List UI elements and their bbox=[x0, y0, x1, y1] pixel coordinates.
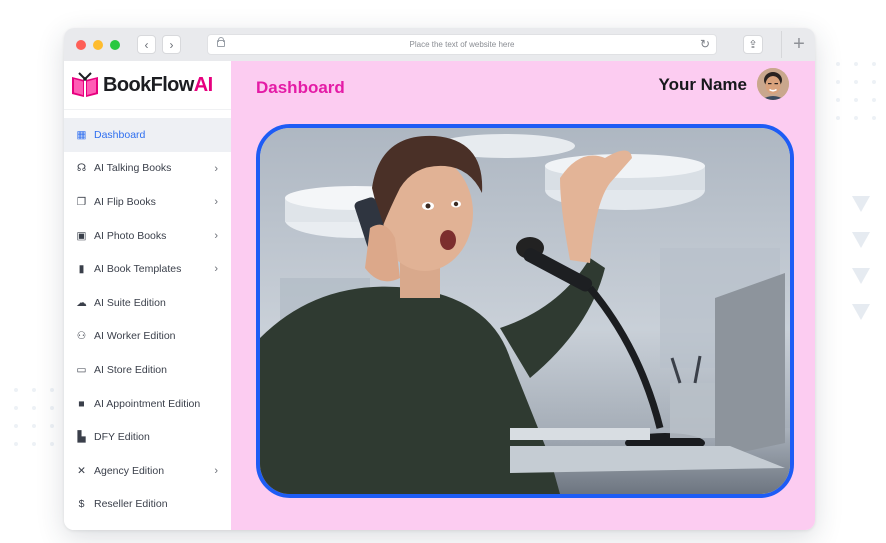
sidebar-item-ai-photo-books[interactable]: ▣ AI Photo Books › bbox=[64, 219, 231, 253]
brand-name-main: BookFlow bbox=[103, 73, 194, 96]
sidebar-menu: ▦ Dashboard ☊ AI Talking Books › ❐ AI Flip Boo… bbox=[64, 118, 231, 521]
sidebar: BookFlowAI ▦ Dashboard ☊ AI Talking Books › ❐… bbox=[64, 61, 231, 530]
chevron-left-icon: ‹ bbox=[144, 37, 149, 52]
chevron-right-icon: › bbox=[214, 229, 218, 242]
sidebar-item-ai-store-edition[interactable]: ▭ AI Store Edition bbox=[64, 353, 231, 387]
plus-icon: + bbox=[793, 33, 805, 55]
sidebar-item-label: AI Store Edition bbox=[94, 363, 167, 376]
user-name[interactable]: Your Name bbox=[659, 75, 748, 95]
chevron-right-icon: › bbox=[169, 37, 174, 52]
sidebar-item-label: Agency Edition bbox=[94, 464, 165, 477]
browser-window: ‹ › Place the text of website here ↻ ⇪ +… bbox=[64, 28, 815, 530]
sidebar-item-label: AI Talking Books bbox=[94, 162, 172, 175]
back-button[interactable]: ‹ bbox=[137, 35, 156, 54]
users-icon: ⚇ bbox=[76, 330, 87, 343]
brand-name: BookFlowAI bbox=[103, 74, 213, 97]
chevron-right-icon: › bbox=[214, 263, 218, 276]
sidebar-item-ai-flip-books[interactable]: ❐ AI Flip Books › bbox=[64, 185, 231, 219]
browser-toolbar: ‹ › Place the text of website here ↻ ⇪ + bbox=[64, 28, 815, 62]
new-tab-button[interactable]: + bbox=[781, 31, 815, 58]
sidebar-item-dfy-edition[interactable]: ▙ DFY Edition bbox=[64, 420, 231, 454]
sidebar-item-reseller-edition[interactable]: $ Reseller Edition bbox=[64, 488, 231, 522]
store-icon: ▭ bbox=[76, 363, 87, 376]
reload-icon[interactable]: ↻ bbox=[700, 37, 710, 51]
decorative-triangles bbox=[852, 196, 870, 320]
minimize-window-button[interactable] bbox=[93, 40, 103, 50]
sidebar-item-label: Dashboard bbox=[94, 128, 146, 141]
hand-dollar-icon: $ bbox=[78, 498, 85, 511]
page-title: Dashboard bbox=[256, 78, 345, 97]
window-controls bbox=[76, 40, 120, 50]
sidebar-item-label: AI Photo Books bbox=[94, 229, 167, 242]
hero-photo bbox=[260, 128, 790, 494]
sidebar-item-ai-suite-edition[interactable]: ☁ AI Suite Edition bbox=[64, 286, 231, 320]
sidebar-item-label: AI Suite Edition bbox=[94, 296, 166, 309]
sidebar-item-ai-appointment-edition[interactable]: ■ AI Appointment Edition bbox=[64, 387, 231, 421]
briefcase-icon: ■ bbox=[78, 397, 85, 410]
decorative-dots-left bbox=[14, 388, 54, 446]
maximize-window-button[interactable] bbox=[110, 40, 120, 50]
cloud-upload-icon: ☁ bbox=[76, 296, 87, 309]
forward-button[interactable]: › bbox=[162, 35, 181, 54]
hero-image bbox=[256, 124, 794, 498]
brand-logo[interactable]: BookFlowAI bbox=[64, 61, 231, 110]
tools-icon: ✕ bbox=[77, 464, 86, 477]
open-book-icon: ❐ bbox=[76, 195, 87, 208]
book-logo-icon bbox=[72, 72, 98, 97]
book-icon: ▮ bbox=[78, 263, 85, 276]
sidebar-item-ai-talking-books[interactable]: ☊ AI Talking Books › bbox=[64, 152, 231, 186]
sidebar-item-dashboard[interactable]: ▦ Dashboard bbox=[64, 118, 231, 152]
lock-icon bbox=[217, 37, 225, 47]
share-icon: ⇪ bbox=[748, 39, 758, 51]
photo-book-icon: ▣ bbox=[76, 229, 87, 242]
chevron-right-icon: › bbox=[214, 196, 218, 209]
dashboard-icon: ▦ bbox=[76, 128, 87, 141]
chevron-right-icon: › bbox=[214, 162, 218, 175]
brand-name-suffix: AI bbox=[193, 73, 213, 96]
decorative-dots-right bbox=[836, 62, 876, 120]
sidebar-item-label: AI Flip Books bbox=[94, 195, 156, 208]
share-button[interactable]: ⇪ bbox=[743, 35, 763, 54]
sidebar-item-ai-worker-edition[interactable]: ⚇ AI Worker Edition bbox=[64, 320, 231, 354]
sidebar-item-label: AI Book Templates bbox=[94, 263, 182, 276]
chevron-right-icon: › bbox=[214, 464, 218, 477]
building-icon: ▙ bbox=[77, 431, 86, 444]
sidebar-item-label: DFY Edition bbox=[94, 431, 150, 444]
sidebar-item-label: AI Worker Edition bbox=[94, 330, 176, 343]
avatar[interactable] bbox=[757, 68, 789, 100]
close-window-button[interactable] bbox=[76, 40, 86, 50]
main-content: Dashboard Your Name bbox=[231, 61, 815, 530]
sidebar-item-ai-book-templates[interactable]: ▮ AI Book Templates › bbox=[64, 252, 231, 286]
address-bar[interactable]: Place the text of website here ↻ bbox=[207, 34, 717, 55]
address-text: Place the text of website here bbox=[409, 40, 515, 49]
sidebar-item-label: AI Appointment Edition bbox=[94, 397, 201, 410]
headset-icon: ☊ bbox=[76, 162, 87, 175]
avatar-photo bbox=[757, 68, 789, 100]
sidebar-item-agency-edition[interactable]: ✕ Agency Edition › bbox=[64, 454, 231, 488]
sidebar-item-label: Reseller Edition bbox=[94, 498, 168, 511]
